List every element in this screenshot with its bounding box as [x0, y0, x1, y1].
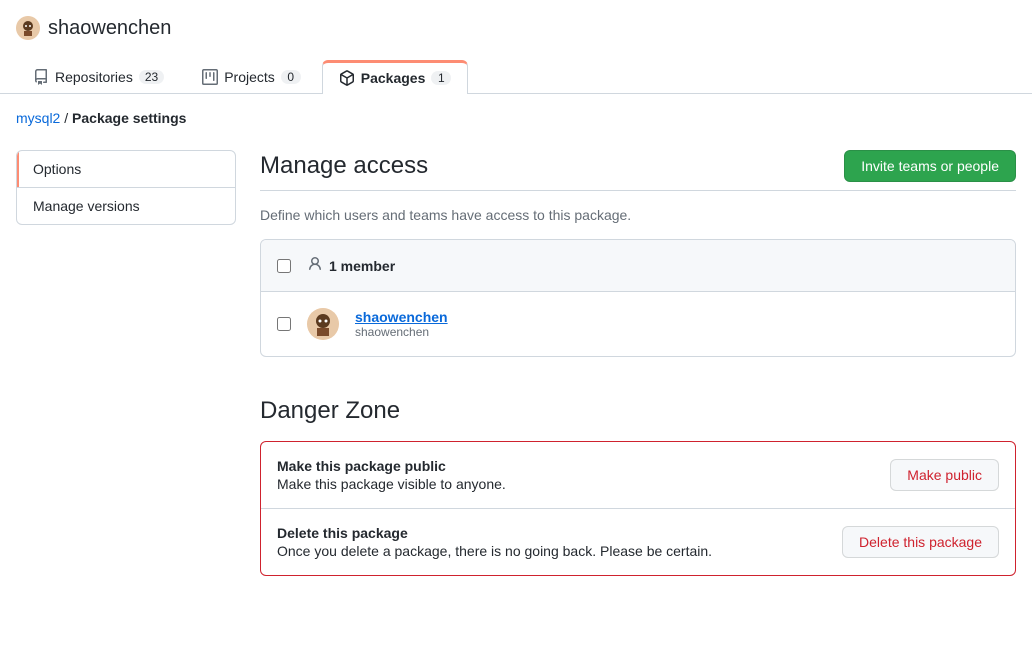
select-all-checkbox[interactable]	[277, 259, 291, 273]
counter: 23	[139, 70, 164, 84]
person-icon	[307, 256, 323, 275]
delete-package-row: Delete this package Once you delete a pa…	[261, 509, 1015, 575]
project-icon	[202, 69, 218, 85]
breadcrumb-link[interactable]: mysql2	[16, 110, 60, 126]
danger-zone-box: Make this package public Make this packa…	[260, 441, 1016, 576]
member-count-text: 1 member	[329, 258, 395, 274]
settings-menu: Options Manage versions	[16, 150, 236, 225]
member-avatar[interactable]	[307, 308, 339, 340]
breadcrumb-current: Package settings	[72, 110, 186, 126]
members-box-header: 1 member	[261, 240, 1015, 292]
delete-package-description: Once you delete a package, there is no g…	[277, 543, 712, 559]
make-public-description: Make this package visible to anyone.	[277, 476, 506, 492]
invite-button[interactable]: Invite teams or people	[844, 150, 1016, 182]
counter: 1	[431, 71, 451, 85]
member-info: shaowenchen shaowenchen	[355, 309, 448, 339]
member-row: shaowenchen shaowenchen	[261, 292, 1015, 356]
danger-zone: Danger Zone Make this package public Mak…	[260, 397, 1016, 576]
counter: 0	[281, 70, 301, 84]
manage-access-header: Manage access Invite teams or people	[260, 150, 1016, 191]
make-public-row: Make this package public Make this packa…	[261, 442, 1015, 509]
member-checkbox[interactable]	[277, 317, 291, 331]
sidebar-item-options[interactable]: Options	[17, 151, 235, 188]
sidebar-item-manage-versions[interactable]: Manage versions	[17, 188, 235, 224]
member-name-link[interactable]: shaowenchen	[355, 309, 448, 325]
danger-zone-title: Danger Zone	[260, 397, 1016, 425]
repo-icon	[33, 69, 49, 85]
section-title: Manage access	[260, 152, 428, 180]
tab-projects[interactable]: Projects 0	[185, 60, 318, 93]
tab-repositories[interactable]: Repositories 23	[16, 60, 181, 93]
breadcrumb: mysql2 / Package settings	[0, 94, 1032, 126]
delete-package-button[interactable]: Delete this package	[842, 526, 999, 558]
make-public-title: Make this package public	[277, 458, 506, 474]
tabs: Repositories 23 Projects 0 Packages 1	[0, 60, 1032, 94]
breadcrumb-separator: /	[64, 110, 68, 126]
make-public-button[interactable]: Make public	[890, 459, 999, 491]
username[interactable]: shaowenchen	[48, 17, 171, 40]
section-description: Define which users and teams have access…	[260, 207, 1016, 223]
delete-package-title: Delete this package	[277, 525, 712, 541]
package-icon	[339, 70, 355, 86]
tab-label: Repositories	[55, 69, 133, 85]
member-count: 1 member	[307, 256, 395, 275]
tab-label: Packages	[361, 70, 426, 86]
make-public-text: Make this package public Make this packa…	[277, 458, 506, 492]
members-box: 1 member shaowenchen shaowenchen	[260, 239, 1016, 357]
main-content: Manage access Invite teams or people Def…	[260, 150, 1016, 576]
sidebar: Options Manage versions	[16, 150, 236, 576]
tab-packages[interactable]: Packages 1	[322, 60, 469, 94]
member-subtitle: shaowenchen	[355, 325, 448, 339]
page-header: shaowenchen	[0, 0, 1032, 40]
avatar[interactable]	[16, 16, 40, 40]
delete-package-text: Delete this package Once you delete a pa…	[277, 525, 712, 559]
tab-label: Projects	[224, 69, 275, 85]
